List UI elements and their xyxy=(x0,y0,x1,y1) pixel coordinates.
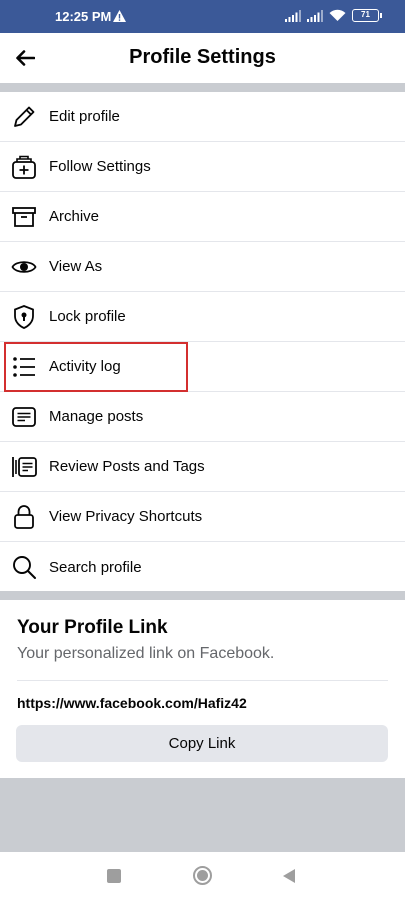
profile-link-section: Your Profile Link Your personalized link… xyxy=(0,600,405,778)
menu-label: Archive xyxy=(49,208,100,225)
status-bar: 12:25 PM 71 xyxy=(0,0,405,33)
wifi-icon xyxy=(329,9,346,21)
eye-icon xyxy=(10,253,38,281)
recents-button[interactable] xyxy=(107,869,121,883)
profile-link-url[interactable]: https://www.facebook.com/Hafiz42 xyxy=(17,695,247,711)
menu-label: Lock profile xyxy=(49,308,126,325)
follow-icon xyxy=(10,153,38,181)
lock-icon xyxy=(10,503,38,531)
status-icons: 71 xyxy=(285,9,382,22)
menu-item-follow-settings[interactable]: Follow Settings xyxy=(0,142,405,192)
page-title: Profile Settings xyxy=(129,46,276,68)
section-divider xyxy=(0,83,405,92)
menu-item-search-profile[interactable]: Search profile xyxy=(0,542,405,592)
divider xyxy=(17,680,388,681)
home-button[interactable] xyxy=(193,866,212,885)
shield-lock-icon xyxy=(10,303,38,331)
header: Profile Settings xyxy=(0,33,405,83)
menu-label: Review Posts and Tags xyxy=(49,458,205,475)
nav-back-button[interactable] xyxy=(283,869,295,883)
section-divider xyxy=(0,591,405,600)
empty-area xyxy=(0,778,405,852)
menu-item-manage-posts[interactable]: Manage posts xyxy=(0,392,405,442)
battery-icon: 71 xyxy=(352,9,382,22)
menu-item-lock-profile[interactable]: Lock profile xyxy=(0,292,405,342)
menu-label: View Privacy Shortcuts xyxy=(49,508,203,525)
menu-label: Search profile xyxy=(49,558,142,576)
home-icon xyxy=(197,870,208,881)
menu-item-edit-profile[interactable]: Edit profile xyxy=(0,92,405,142)
menu-label: View As xyxy=(49,258,103,275)
menu-item-archive[interactable]: Archive xyxy=(0,192,405,242)
signal-icon-2 xyxy=(307,9,323,22)
menu-item-view-as[interactable]: View As xyxy=(0,242,405,292)
archive-icon xyxy=(10,203,38,231)
copy-link-button[interactable]: Copy Link xyxy=(16,725,388,762)
menu-item-view-privacy-shortcuts[interactable]: View Privacy Shortcuts xyxy=(0,492,405,542)
pencil-icon xyxy=(10,103,38,131)
search-icon xyxy=(10,553,38,581)
signal-icon xyxy=(285,9,301,22)
profile-link-title: Your Profile Link xyxy=(17,617,168,638)
menu-label: Manage posts xyxy=(49,408,144,425)
system-nav-bar xyxy=(0,852,405,900)
menu-item-review-posts-and-tags[interactable]: Review Posts and Tags xyxy=(0,442,405,492)
highlight-box xyxy=(4,342,188,392)
alert-icon xyxy=(113,9,126,27)
status-time: 12:25 PM xyxy=(55,9,112,24)
profile-link-subtitle: Your personalized link on Facebook. xyxy=(17,645,275,662)
menu-label: Edit profile xyxy=(49,108,120,125)
posts-icon xyxy=(10,403,38,431)
review-icon xyxy=(10,453,38,481)
menu-label: Follow Settings xyxy=(49,158,151,175)
